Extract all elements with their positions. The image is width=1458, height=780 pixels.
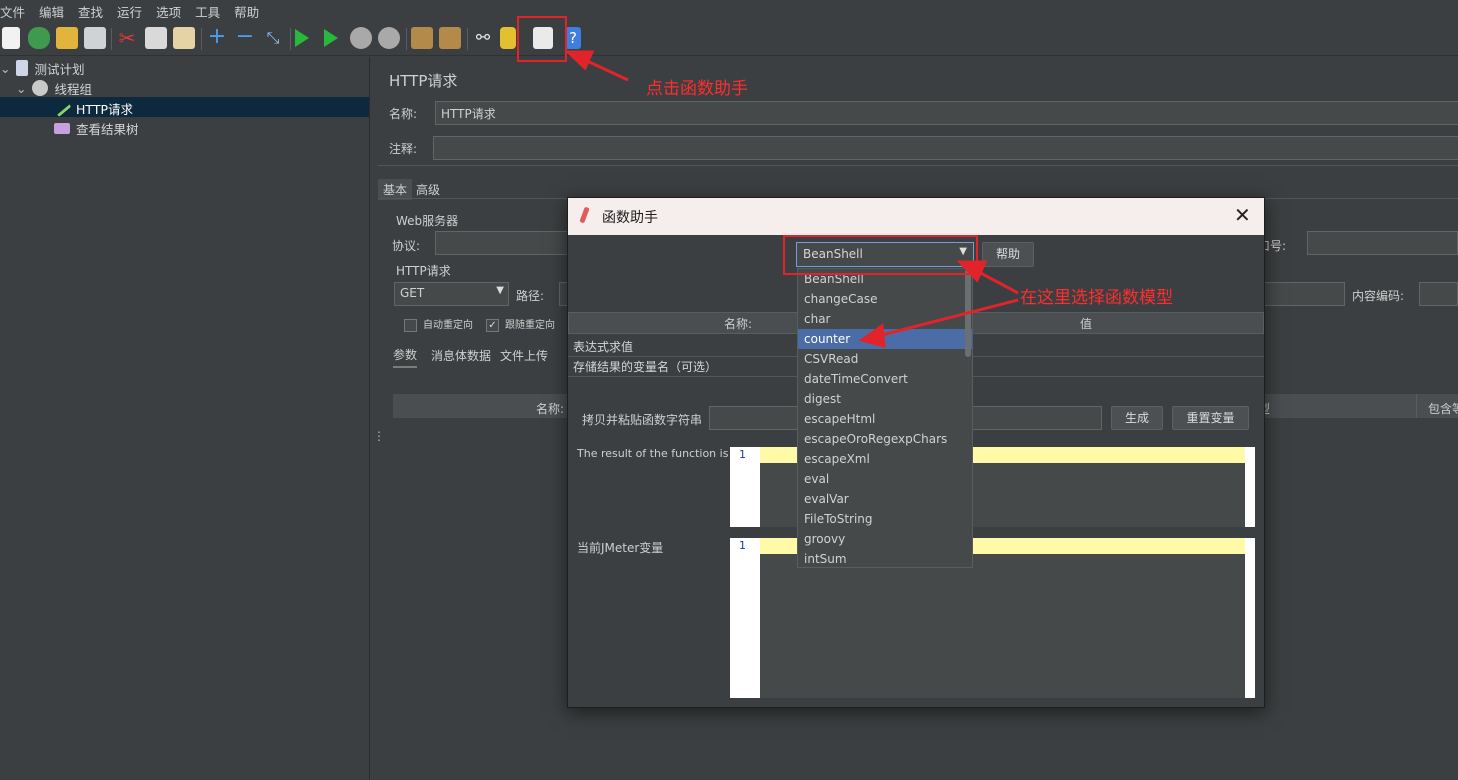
annotation-arrows — [564, 50, 1019, 349]
arrowhead-select — [956, 260, 988, 283]
arrow-to-counter — [877, 298, 1019, 338]
annotation-click-helper: 点击函数助手 — [646, 79, 748, 99]
arrowhead-helper — [564, 50, 595, 71]
arrow-to-helper — [584, 58, 629, 82]
arrowhead-counter — [858, 323, 886, 349]
annotation-choose-model: 在这里选择函数模型 — [1020, 288, 1173, 308]
